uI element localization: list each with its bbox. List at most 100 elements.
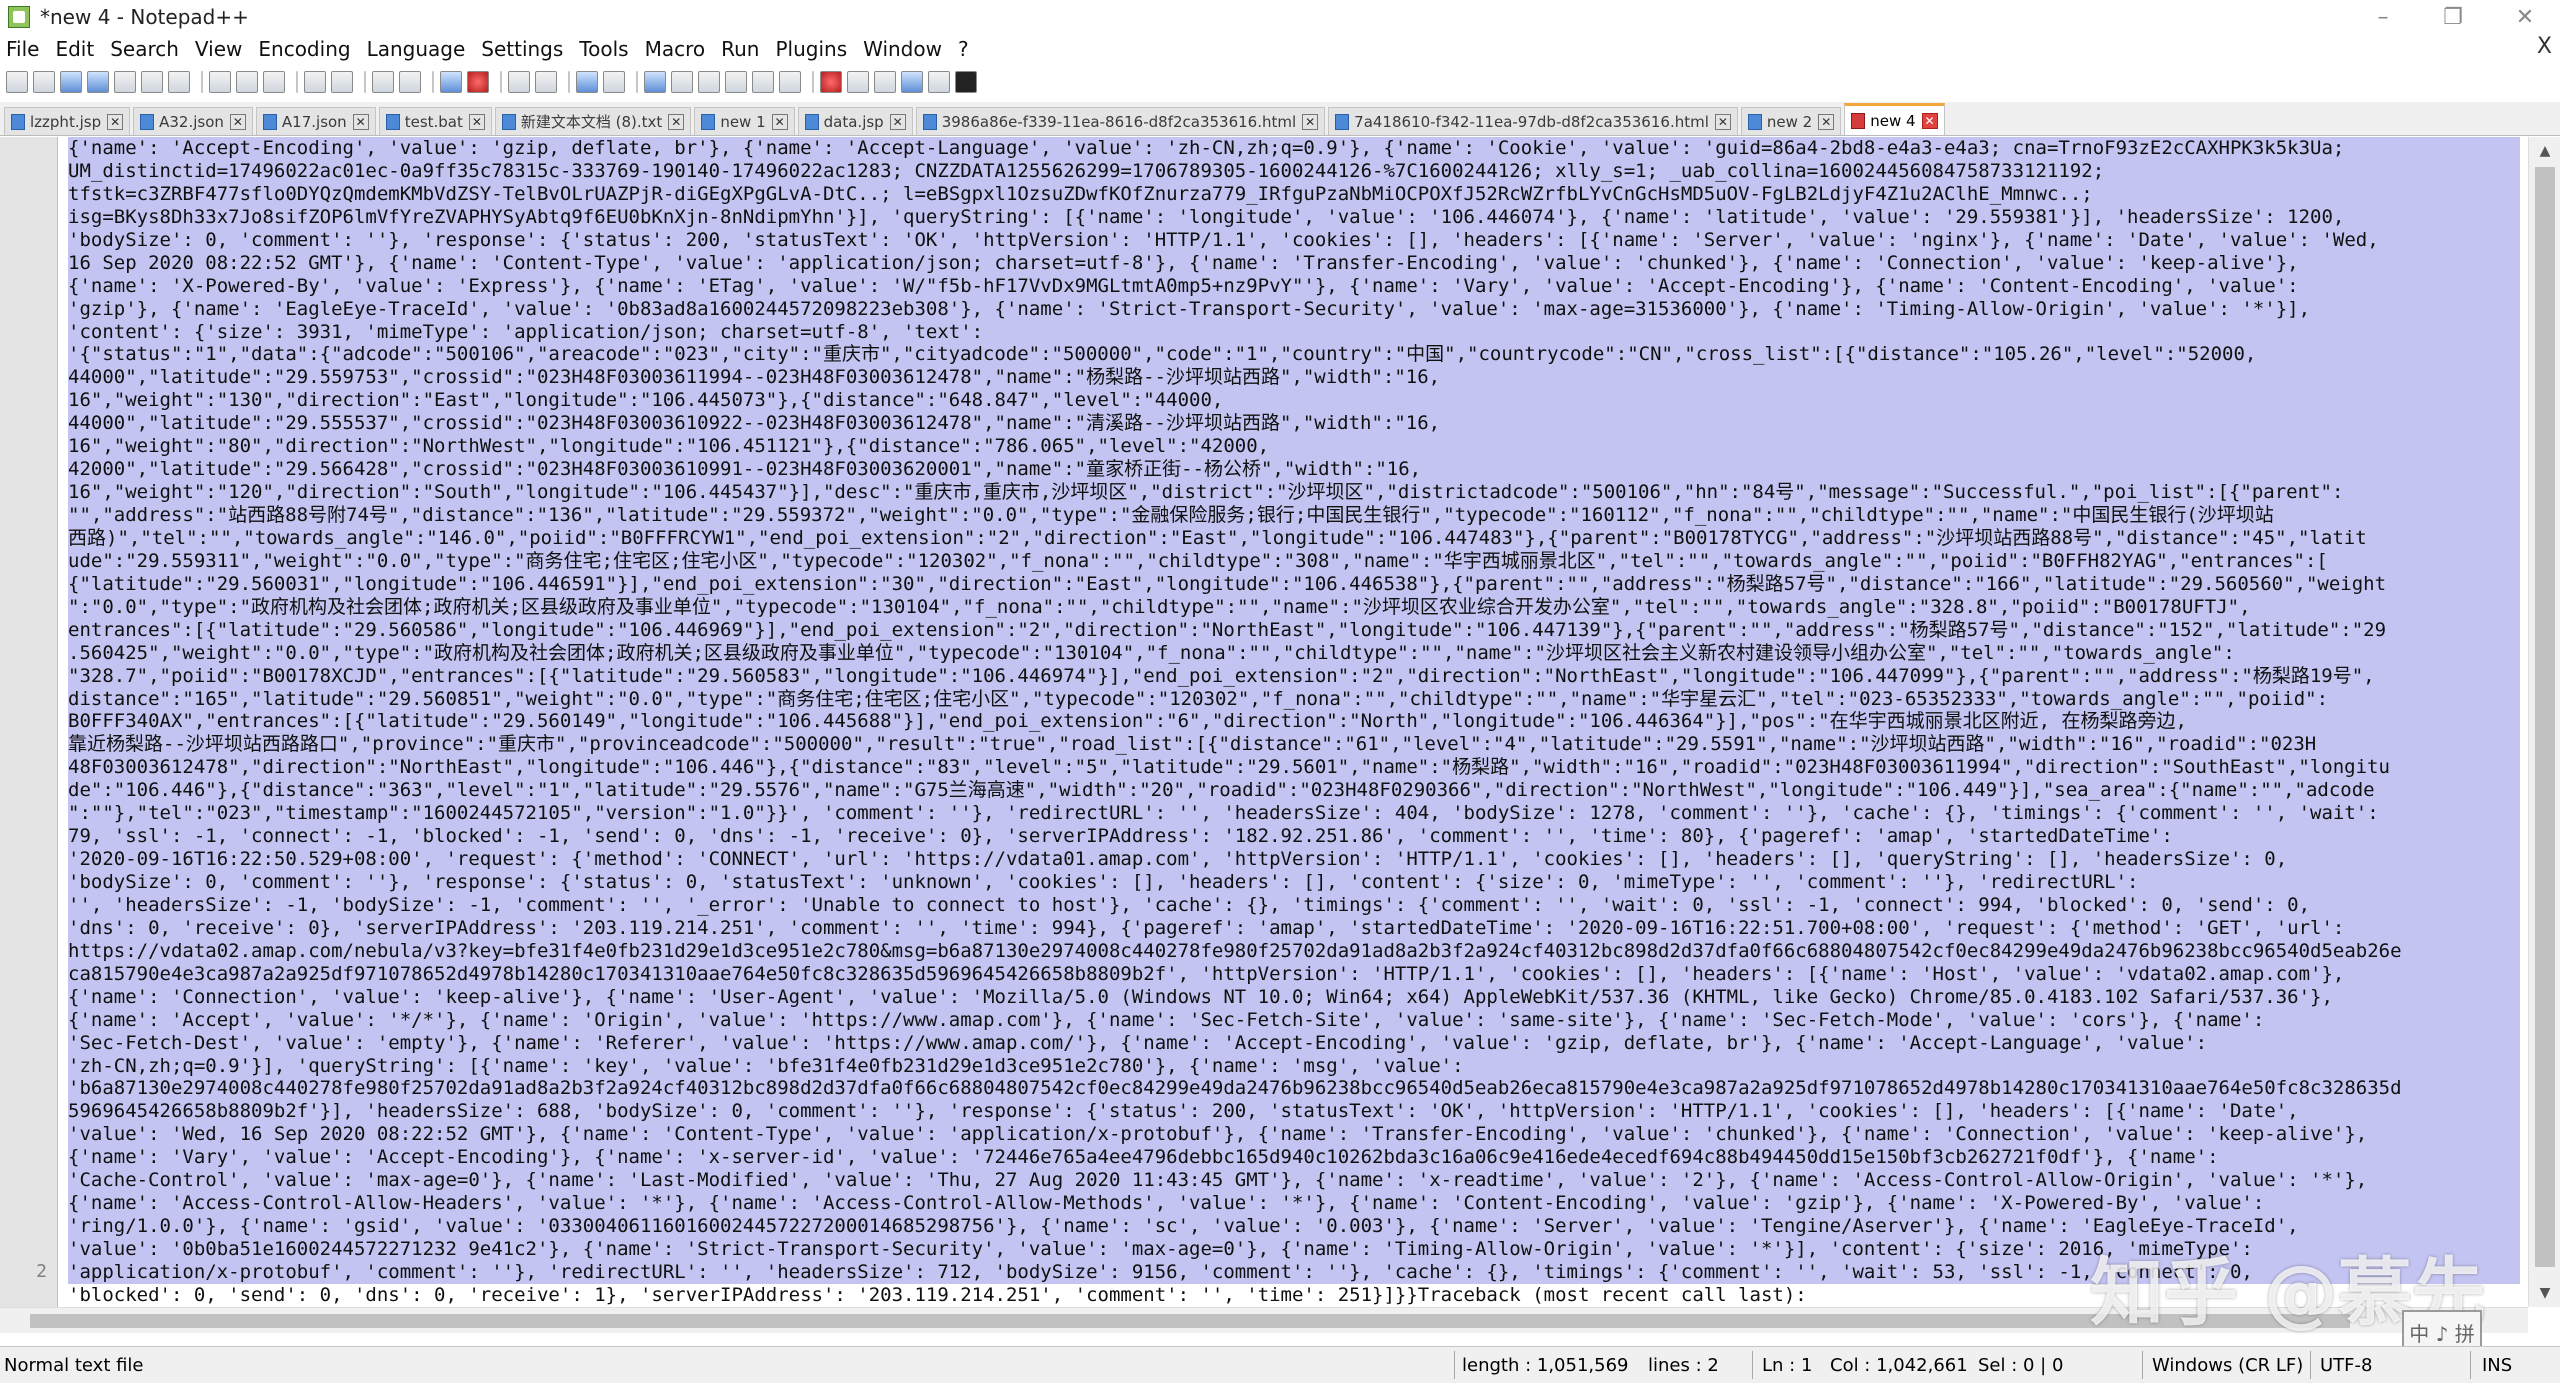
menu-macro[interactable]: Macro bbox=[645, 37, 706, 61]
undo-icon[interactable] bbox=[304, 71, 326, 93]
code-line: {'name': 'Access-Control-Allow-Headers',… bbox=[68, 1192, 2520, 1216]
paste-icon[interactable] bbox=[263, 71, 285, 93]
sync-vertical-icon[interactable] bbox=[508, 71, 530, 93]
zoom-in-icon[interactable] bbox=[440, 71, 462, 93]
menu-search[interactable]: Search bbox=[110, 37, 179, 61]
menu-plugins[interactable]: Plugins bbox=[775, 37, 847, 61]
save-icon[interactable] bbox=[60, 71, 82, 93]
tab-label: lzzpht.jsp bbox=[30, 112, 102, 131]
code-line: {'name': 'X-Powered-By', 'value': 'Expre… bbox=[68, 274, 2520, 298]
tab-new-text-document-8[interactable]: 新建文本文档 (8).txt ✕ bbox=[494, 107, 692, 135]
menu-help[interactable]: ? bbox=[958, 37, 969, 61]
tab-lzzpht-jsp[interactable]: lzzpht.jsp ✕ bbox=[4, 107, 131, 135]
tab-3986a86e-html[interactable]: 3986a86e-f339-11ea-8616-d8f2ca353616.htm… bbox=[915, 107, 1326, 135]
code-line: UM_distinctid=17496022ac01ec-0a9ff35c783… bbox=[68, 159, 2520, 183]
code-line: 79, 'ssl': -1, 'connect': -1, 'blocked':… bbox=[68, 825, 2520, 849]
save-all-icon[interactable] bbox=[87, 71, 109, 93]
close-file-icon[interactable] bbox=[114, 71, 136, 93]
folder-as-workspace-icon[interactable] bbox=[752, 71, 774, 93]
menu-run[interactable]: Run bbox=[721, 37, 759, 61]
text-content[interactable]: {'name': 'Accept-Encoding', 'value': 'gz… bbox=[68, 137, 2520, 1307]
document-map-icon[interactable] bbox=[698, 71, 720, 93]
sync-horizontal-icon[interactable] bbox=[535, 71, 557, 93]
menu-view[interactable]: View bbox=[195, 37, 242, 61]
tab-a32-json[interactable]: A32.json ✕ bbox=[133, 107, 253, 135]
notepad-plus-plus-app-icon bbox=[8, 6, 30, 28]
menu-tools[interactable]: Tools bbox=[579, 37, 628, 61]
restore-button[interactable]: ❐ bbox=[2424, 0, 2482, 34]
tab-label: test.bat bbox=[404, 112, 463, 131]
close-tab-icon[interactable]: ✕ bbox=[889, 113, 906, 130]
file-icon bbox=[385, 113, 400, 130]
minimize-button[interactable]: – bbox=[2354, 0, 2412, 34]
menu-language[interactable]: Language bbox=[367, 37, 466, 61]
close-tab-icon[interactable]: ✕ bbox=[107, 113, 124, 130]
close-window-button[interactable]: ✕ bbox=[2496, 0, 2554, 34]
toolbar-separator bbox=[296, 71, 298, 93]
define-language-icon[interactable] bbox=[671, 71, 693, 93]
code-line: 16","weight":"120","direction":"South","… bbox=[68, 481, 2520, 504]
tab-7a418610-html[interactable]: 7a418610-f342-11ea-97db-d8f2ca353616.htm… bbox=[1328, 107, 1738, 135]
code-line: B0FFF340AX","entrances":[{"latitude":"29… bbox=[68, 710, 2520, 734]
record-macro-icon[interactable] bbox=[820, 71, 842, 93]
new-file-icon[interactable] bbox=[6, 71, 28, 93]
editor-pane[interactable]: 2 {'name': 'Accept-Encoding', 'value': '… bbox=[0, 137, 2528, 1307]
file-icon bbox=[262, 113, 277, 130]
code-line: '2020-09-16T16:22:50.529+08:00', 'reques… bbox=[68, 848, 2520, 871]
toolbar-separator bbox=[568, 71, 570, 93]
code-line: 'Sec-Fetch-Dest', 'value': 'empty'}, {'n… bbox=[68, 1031, 2520, 1055]
close-tab-icon[interactable]: ✕ bbox=[468, 113, 485, 130]
tab-a17-json[interactable]: A17.json ✕ bbox=[255, 107, 376, 135]
vertical-scrollbar[interactable]: ▲ ▼ bbox=[2528, 137, 2560, 1307]
tab-new-1[interactable]: new 1 ✕ bbox=[694, 107, 795, 135]
scroll-down-icon[interactable]: ▼ bbox=[2529, 1279, 2560, 1307]
code-line: https://vdata02.amap.com/nebula/v3?key=b… bbox=[68, 939, 2520, 963]
close-all-icon[interactable] bbox=[141, 71, 163, 93]
close-tab-icon[interactable]: ✕ bbox=[1714, 113, 1731, 130]
replace-icon[interactable] bbox=[399, 71, 421, 93]
scroll-thumb[interactable] bbox=[2535, 167, 2555, 1267]
toolbar-separator bbox=[432, 71, 434, 93]
code-line: distance":"165","latitude":"29.560851","… bbox=[68, 687, 2520, 711]
menu-file[interactable]: File bbox=[6, 37, 39, 61]
status-column: Col : 1,042,661 bbox=[1830, 1355, 1968, 1376]
close-tab-icon[interactable]: ✕ bbox=[771, 113, 788, 130]
code-line: .560425","weight":"0.0","type":"政府机构及社会团… bbox=[68, 641, 2520, 665]
zoom-out-icon[interactable] bbox=[467, 71, 489, 93]
menu-encoding[interactable]: Encoding bbox=[258, 37, 350, 61]
save-macro-icon[interactable] bbox=[928, 71, 950, 93]
tab-data-jsp[interactable]: data.jsp ✕ bbox=[797, 107, 913, 135]
close-tab-icon[interactable]: ✕ bbox=[1818, 113, 1835, 130]
scroll-thumb[interactable] bbox=[30, 1314, 2350, 1328]
open-file-icon[interactable] bbox=[33, 71, 55, 93]
redo-icon[interactable] bbox=[331, 71, 353, 93]
copy-icon[interactable] bbox=[236, 71, 258, 93]
tab-new-4[interactable]: new 4 ✕ bbox=[1844, 103, 1945, 135]
menu-settings[interactable]: Settings bbox=[481, 37, 563, 61]
close-tab-icon[interactable]: ✕ bbox=[352, 113, 369, 130]
scroll-up-icon[interactable]: ▲ bbox=[2529, 137, 2560, 165]
monitoring-icon[interactable] bbox=[779, 71, 801, 93]
menu-edit[interactable]: Edit bbox=[55, 37, 94, 61]
plugin-icon[interactable] bbox=[955, 71, 977, 93]
status-insert-mode: INS bbox=[2482, 1355, 2513, 1376]
menu-window[interactable]: Window bbox=[863, 37, 942, 61]
indent-guide-icon[interactable] bbox=[644, 71, 666, 93]
stop-recording-icon[interactable] bbox=[847, 71, 869, 93]
tab-test-bat[interactable]: test.bat ✕ bbox=[378, 107, 492, 135]
find-icon[interactable] bbox=[372, 71, 394, 93]
tab-new-2[interactable]: new 2 ✕ bbox=[1740, 107, 1842, 135]
run-macro-multiple-icon[interactable] bbox=[901, 71, 923, 93]
close-tab-icon[interactable]: ✕ bbox=[1302, 113, 1319, 130]
close-tab-icon[interactable]: ✕ bbox=[1921, 112, 1938, 129]
close-tab-icon[interactable]: ✕ bbox=[229, 113, 246, 130]
word-wrap-icon[interactable] bbox=[576, 71, 598, 93]
close-tab-icon[interactable]: ✕ bbox=[668, 113, 685, 130]
print-icon[interactable] bbox=[168, 71, 190, 93]
cut-icon[interactable] bbox=[209, 71, 231, 93]
playback-macro-icon[interactable] bbox=[874, 71, 896, 93]
close-document-x[interactable]: X bbox=[2537, 34, 2552, 59]
show-all-characters-icon[interactable] bbox=[603, 71, 625, 93]
file-icon bbox=[140, 113, 155, 130]
function-list-icon[interactable] bbox=[725, 71, 747, 93]
